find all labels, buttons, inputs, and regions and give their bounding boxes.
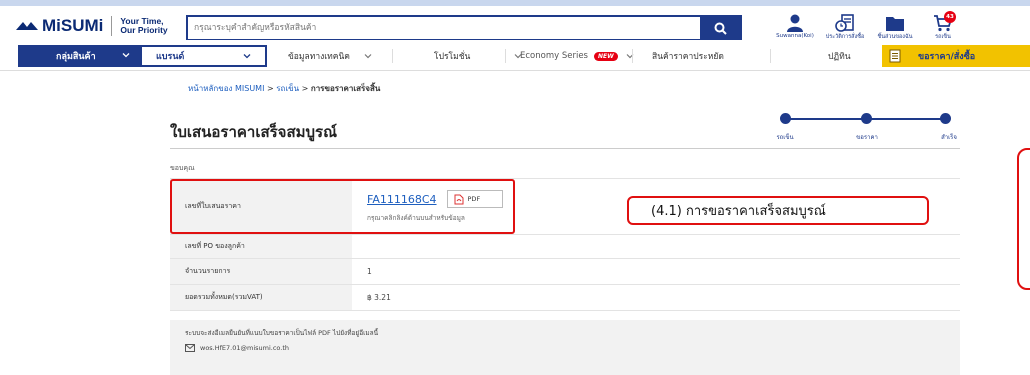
breadcrumb-cart-link[interactable]: รถเข็น — [276, 84, 299, 93]
order-history-button[interactable]: ประวัติการสั่งซื้อ — [822, 14, 868, 41]
step-label-complete: สำเร็จ — [941, 134, 957, 141]
promotion-label: โปรโมชั่น — [434, 52, 471, 62]
nav-divider — [632, 49, 633, 63]
misumi-logo[interactable]: MiSUMi Your Time, Our Priority — [14, 16, 168, 36]
nav-divider — [505, 49, 506, 63]
header: MiSUMi Your Time, Our Priority Suwanna(K… — [0, 6, 1030, 41]
breadcrumb: หน้าหลักของ MISUMI > รถเข็น > การขอราคาเ… — [188, 82, 380, 95]
items-count-value: 1 — [367, 267, 372, 276]
quote-order-label: ขอราคา/สั่งซื้อ — [918, 52, 976, 62]
step-dot-cart — [780, 113, 791, 124]
step-label-quote: ขอราคา — [856, 134, 878, 141]
logo-mark-icon — [14, 18, 40, 34]
calendar-label: ปฏิทิน — [828, 52, 851, 62]
logo-text: MiSUMi — [42, 16, 104, 35]
search-icon — [714, 22, 727, 35]
document-icon — [882, 45, 908, 67]
order-history-icon — [835, 14, 854, 32]
email-notice-text: ระบบจะส่งอีเมลยืนยันที่แนบใบขอราคาเป็นไฟ… — [185, 329, 379, 337]
main-nav: กลุ่มสินค้า แบรนด์ ข้อมูลทางเทคนิค โปรโม… — [0, 40, 1030, 71]
chevron-down-icon — [364, 54, 372, 59]
mail-icon — [185, 344, 195, 352]
search-input[interactable] — [188, 17, 700, 39]
table-row-po: เลขที่ PO ของลูกค้า — [170, 235, 960, 259]
tagline: Your Time, Our Priority — [120, 17, 167, 35]
nav-divider — [770, 49, 771, 63]
calendar-menu[interactable]: ปฏิทิน — [828, 45, 851, 67]
brand-menu[interactable]: แบรนด์ — [140, 45, 267, 67]
table-row-items: จำนวนรายการ 1 — [170, 259, 960, 285]
annotation-callout: (4.1) การขอราคาเสร็จสมบูรณ์ — [627, 196, 929, 225]
cost-saving-menu[interactable]: สินค้าราคาประหยัด — [652, 45, 724, 67]
progress-steps: รถเข็น ขอราคา สำเร็จ — [776, 113, 957, 143]
breadcrumb-separator: > — [264, 84, 277, 93]
promotion-menu[interactable]: โปรโมชั่น — [434, 45, 522, 67]
annotation-frame-partial — [1017, 148, 1030, 290]
email-notice: ระบบจะส่งอีเมลยืนยันที่แนบใบขอราคาเป็นไฟ… — [170, 320, 960, 375]
breadcrumb-separator: > — [299, 84, 311, 93]
cart-count-badge: 43 — [944, 11, 956, 23]
po-value — [352, 235, 960, 258]
account-button[interactable]: Suwanna(Koi) — [772, 14, 818, 39]
technical-info-menu[interactable]: ข้อมูลทางเทคนิค — [288, 45, 372, 67]
economy-series-menu[interactable]: Economy Series NEW — [520, 45, 634, 67]
chevron-down-icon — [122, 53, 130, 58]
step-dot-quote — [861, 113, 872, 124]
nav-divider — [392, 49, 393, 63]
technical-info-label: ข้อมูลทางเทคนิค — [288, 52, 350, 62]
tagline-line-2: Our Priority — [120, 25, 168, 35]
highlight-box — [170, 179, 515, 234]
categories-menu[interactable]: กลุ่มสินค้า — [18, 45, 140, 67]
search-button[interactable] — [700, 17, 740, 39]
chevron-down-icon — [243, 54, 251, 59]
cost-saving-label: สินค้าราคาประหยัด — [652, 52, 724, 62]
page-title: ใบเสนอราคาเสร็จสมบูรณ์ — [170, 123, 337, 141]
total-label: ยอดรวมทั้งหมด(รวมVAT) — [170, 285, 352, 310]
total-value: ฿ 3.21 — [367, 293, 391, 302]
email-row: wos.HfE7.01@misumi.co.th — [185, 344, 289, 352]
thanks-text: ขอบคุณ — [170, 164, 195, 172]
po-label: เลขที่ PO ของลูกค้า — [170, 235, 352, 258]
categories-label: กลุ่มสินค้า — [56, 52, 96, 62]
cart-button[interactable]: 43 รถเข็น — [920, 11, 966, 41]
title-divider — [170, 148, 960, 149]
economy-series-label: Economy Series — [520, 51, 588, 61]
items-count-label: จำนวนรายการ — [170, 259, 352, 284]
quote-order-button[interactable]: ขอราคา/สั่งซื้อ — [882, 45, 1030, 67]
table-row-total: ยอดรวมทั้งหมด(รวมVAT) ฿ 3.21 — [170, 285, 960, 311]
email-address: wos.HfE7.01@misumi.co.th — [200, 344, 290, 352]
search-bar — [186, 15, 742, 41]
brand-label: แบรนด์ — [156, 52, 185, 62]
account-label: Suwanna(Koi) — [776, 33, 814, 39]
step-label-cart: รถเข็น — [776, 134, 794, 141]
account-icon — [787, 14, 803, 32]
logo-divider — [111, 16, 113, 36]
step-dot-complete — [940, 113, 951, 124]
my-components-button[interactable]: ชิ้นส่วนของฉัน — [872, 14, 918, 41]
breadcrumb-home-link[interactable]: หน้าหลักของ MISUMI — [188, 84, 264, 93]
breadcrumb-current: การขอราคาเสร็จสิ้น — [310, 84, 381, 93]
my-components-icon — [886, 17, 904, 31]
new-badge: NEW — [593, 51, 618, 61]
